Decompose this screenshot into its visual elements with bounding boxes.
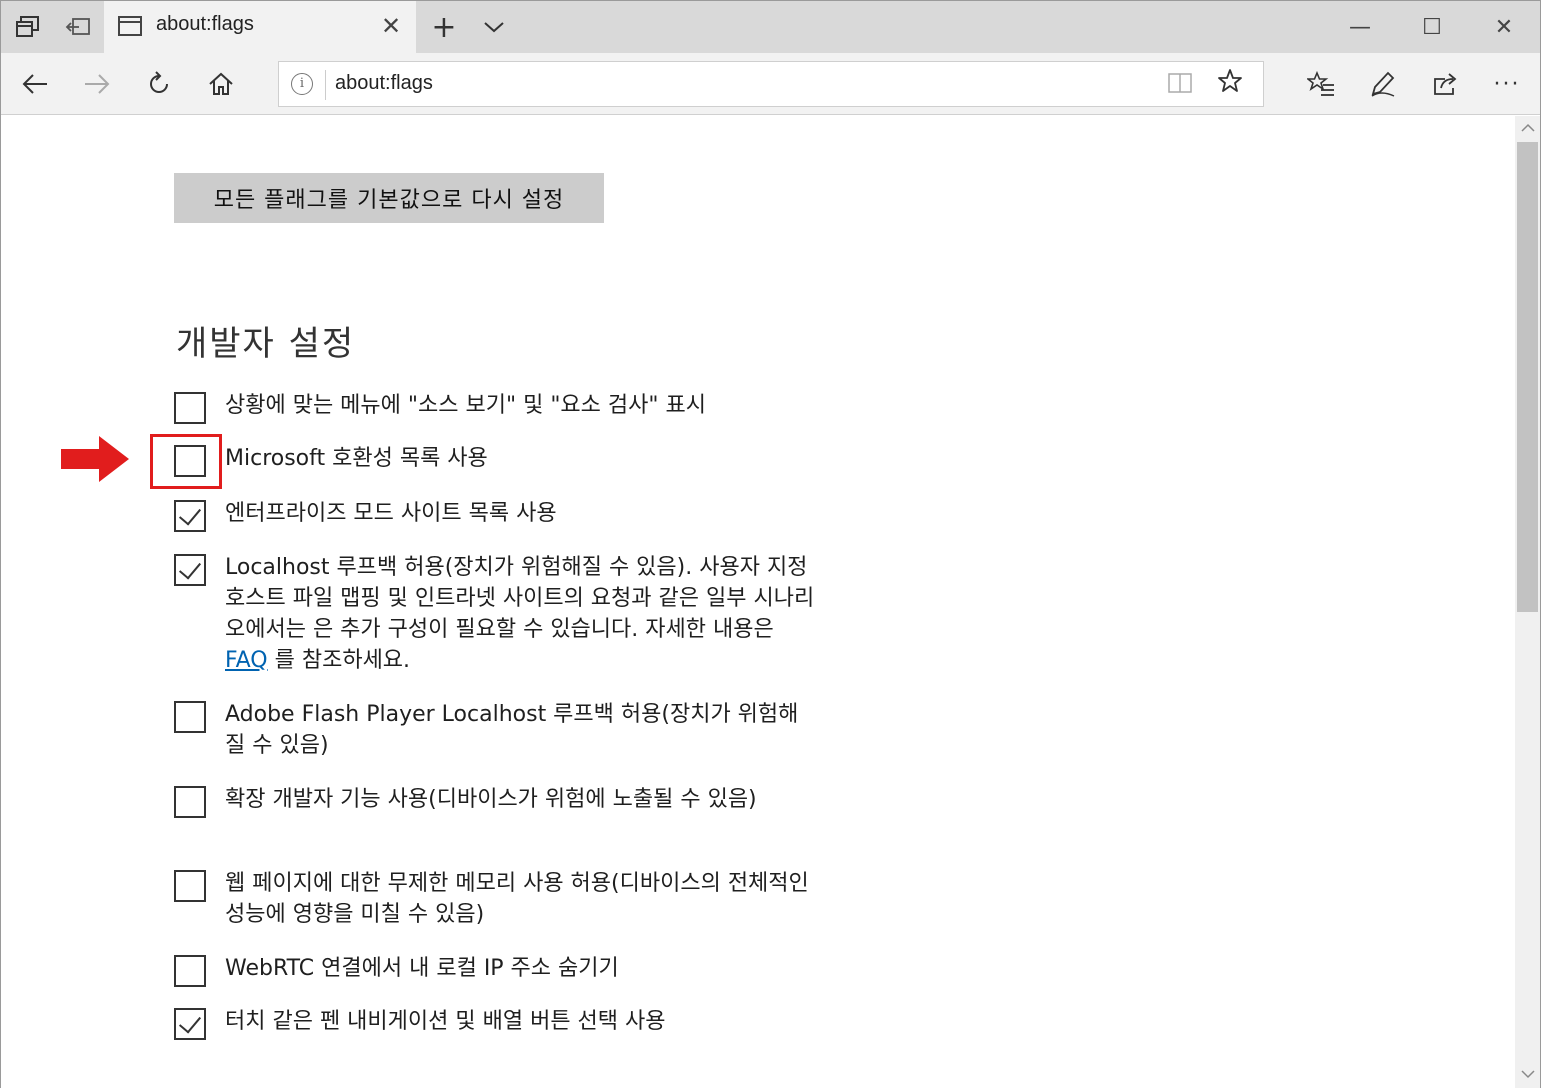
tab-preview-chevron-icon[interactable] bbox=[469, 1, 519, 53]
browser-window: about:flags ✕ + — ☐ ✕ i about:flags ··· … bbox=[0, 0, 1541, 1088]
flag-label-text-end: 를 참조하세요. bbox=[267, 648, 411, 673]
flag-label: Adobe Flash Player Localhost 루프백 허용(장치가 … bbox=[225, 702, 799, 758]
home-button[interactable] bbox=[191, 53, 251, 115]
more-options-icon[interactable]: ··· bbox=[1477, 53, 1537, 115]
flag-item[interactable]: 터치 같은 펜 내비게이션 및 배열 버튼 선택 사용 bbox=[174, 1006, 814, 1046]
page-icon bbox=[118, 16, 142, 36]
faq-link[interactable]: FAQ bbox=[225, 648, 268, 673]
flag-label: 엔터프라이즈 모드 사이트 목록 사용 bbox=[225, 501, 557, 526]
flag-checkbox[interactable] bbox=[174, 786, 206, 818]
tab-title: about:flags bbox=[156, 13, 254, 35]
refresh-button[interactable] bbox=[129, 53, 189, 115]
flag-checkbox[interactable] bbox=[174, 554, 206, 586]
page-content: 모든 플래그를 기본값으로 다시 설정 개발자 설정 상황에 맞는 메뉴에 "소… bbox=[1, 116, 1515, 1088]
set-aside-tabs-icon[interactable] bbox=[53, 1, 103, 53]
new-tab-button[interactable]: + bbox=[419, 1, 469, 53]
tab-actions-icon[interactable] bbox=[3, 1, 53, 53]
flag-item[interactable]: 확장 개발자 기능 사용(디바이스가 위험에 노출될 수 있음) bbox=[174, 784, 814, 850]
reset-all-flags-button[interactable]: 모든 플래그를 기본값으로 다시 설정 bbox=[174, 173, 604, 223]
flag-label: 상황에 맞는 메뉴에 "소스 보기" 및 "요소 검사" 표시 bbox=[225, 393, 706, 418]
scrollbar-thumb[interactable] bbox=[1517, 142, 1538, 612]
close-tab-icon[interactable]: ✕ bbox=[376, 11, 406, 41]
reading-view-icon[interactable] bbox=[1167, 72, 1193, 96]
address-bar[interactable]: i about:flags bbox=[278, 61, 1264, 107]
flag-label: 웹 페이지에 대한 무제한 메모리 사용 허용(디바이스의 전체적인 성능에 영… bbox=[225, 871, 809, 927]
address-input[interactable]: about:flags bbox=[335, 72, 433, 95]
forward-button[interactable] bbox=[67, 53, 127, 115]
flag-checkbox[interactable] bbox=[174, 955, 206, 987]
minimize-button[interactable]: — bbox=[1324, 1, 1396, 53]
flag-item[interactable]: 엔터프라이즈 모드 사이트 목록 사용 bbox=[174, 498, 814, 538]
scroll-up-arrow-icon[interactable] bbox=[1515, 116, 1540, 142]
flag-item[interactable]: WebRTC 연결에서 내 로컬 IP 주소 숨기기 bbox=[174, 953, 814, 993]
flag-label-text: Localhost 루프백 허용(장치가 위험해질 수 있음). 사용자 지정 … bbox=[225, 555, 815, 642]
address-divider bbox=[325, 70, 326, 100]
highlight-box bbox=[150, 434, 222, 489]
tab-about-flags[interactable]: about:flags ✕ bbox=[104, 1, 416, 53]
red-arrow-icon bbox=[61, 436, 129, 482]
flag-label: Localhost 루프백 허용(장치가 위험해질 수 있음). 사용자 지정 … bbox=[225, 552, 815, 676]
flag-checkbox[interactable] bbox=[174, 870, 206, 902]
flag-label: WebRTC 연결에서 내 로컬 IP 주소 숨기기 bbox=[225, 956, 619, 981]
tab-bar: about:flags ✕ + — ☐ ✕ bbox=[1, 1, 1540, 53]
flag-label: 터치 같은 펜 내비게이션 및 배열 버튼 선택 사용 bbox=[225, 1009, 666, 1034]
add-favorite-star-icon[interactable] bbox=[1215, 68, 1245, 98]
flag-item[interactable]: 상황에 맞는 메뉴에 "소스 보기" 및 "요소 검사" 표시 bbox=[174, 390, 814, 430]
close-window-button[interactable]: ✕ bbox=[1468, 1, 1540, 53]
flag-checkbox[interactable] bbox=[174, 1008, 206, 1040]
maximize-button[interactable]: ☐ bbox=[1396, 1, 1468, 53]
flag-checkbox[interactable] bbox=[174, 701, 206, 733]
share-icon[interactable] bbox=[1415, 53, 1475, 115]
favorites-hub-icon[interactable] bbox=[1291, 53, 1351, 115]
flag-item[interactable]: Adobe Flash Player Localhost 루프백 허용(장치가 … bbox=[174, 699, 814, 765]
flag-label: 확장 개발자 기능 사용(디바이스가 위험에 노출될 수 있음) bbox=[225, 787, 757, 812]
web-note-pen-icon[interactable] bbox=[1353, 53, 1413, 115]
flag-checkbox[interactable] bbox=[174, 500, 206, 532]
flag-item[interactable]: 웹 페이지에 대한 무제한 메모리 사용 허용(디바이스의 전체적인 성능에 영… bbox=[174, 868, 814, 934]
vertical-scrollbar[interactable] bbox=[1515, 116, 1540, 1088]
back-button[interactable] bbox=[5, 53, 65, 115]
flag-checkbox[interactable] bbox=[174, 392, 206, 424]
site-info-icon[interactable]: i bbox=[291, 73, 313, 95]
flag-item[interactable]: Microsoft 호환성 목록 사용 bbox=[174, 443, 814, 483]
flag-item[interactable]: Localhost 루프백 허용(장치가 위험해질 수 있음). 사용자 지정 … bbox=[174, 552, 814, 682]
navigation-bar: i about:flags ··· bbox=[1, 53, 1540, 115]
section-title: 개발자 설정 bbox=[176, 324, 356, 364]
scroll-down-arrow-icon[interactable] bbox=[1515, 1062, 1540, 1088]
flag-label: Microsoft 호환성 목록 사용 bbox=[225, 446, 488, 471]
